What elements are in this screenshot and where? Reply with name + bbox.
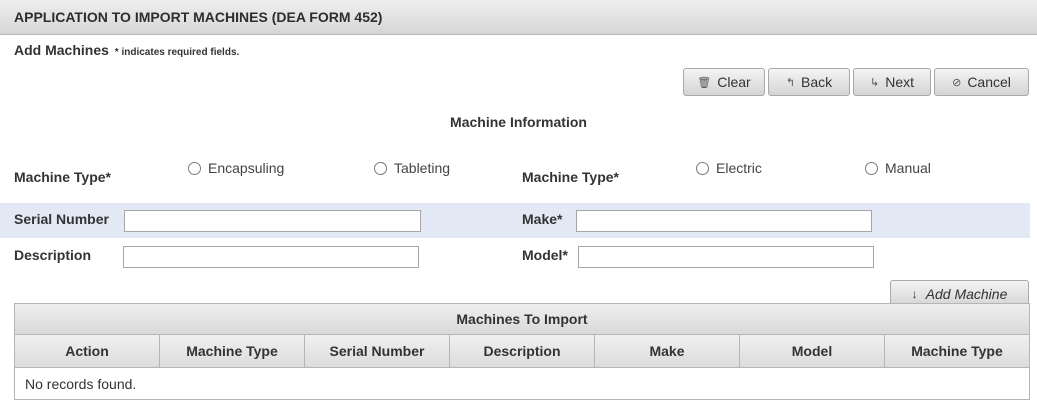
next-label: Next xyxy=(885,74,914,90)
next-button[interactable]: ↳ Next xyxy=(853,68,931,96)
grid-caption: Machines To Import xyxy=(15,304,1029,335)
model-input[interactable] xyxy=(578,246,874,268)
machines-grid: Machines To Import Action Machine Type S… xyxy=(14,303,1030,400)
column-header-machine-type[interactable]: Machine Type xyxy=(160,335,305,367)
radio-circle[interactable] xyxy=(188,161,201,175)
model-label: Model* xyxy=(522,247,568,263)
serial-number-label: Serial Number xyxy=(14,211,109,227)
column-header-action[interactable]: Action xyxy=(15,335,160,367)
down-arrow-icon: ↓ xyxy=(911,286,918,301)
make-label: Make* xyxy=(522,211,563,227)
radio-label: Manual xyxy=(885,160,931,176)
radio-circle[interactable] xyxy=(865,161,878,175)
back-button[interactable]: ↰ Back xyxy=(768,68,850,96)
radio-label: Tableting xyxy=(394,160,451,176)
machine-type-label-1: Machine Type* xyxy=(14,169,111,185)
page-title: APPLICATION TO IMPORT MACHINES (DEA FORM… xyxy=(14,9,383,25)
back-arrow-icon: ↰ xyxy=(785,76,796,89)
clear-label: Clear xyxy=(717,74,751,90)
trash-icon: 🗑 xyxy=(697,76,712,89)
add-machine-label: Add Machine xyxy=(925,285,1008,302)
cancel-icon: ⊘ xyxy=(952,76,962,89)
radio-circle[interactable] xyxy=(696,161,709,175)
column-header-serial-number[interactable]: Serial Number xyxy=(305,335,450,367)
column-header-model[interactable]: Model xyxy=(740,335,885,367)
make-input[interactable] xyxy=(576,210,872,232)
grid-header-row: Action Machine Type Serial Number Descri… xyxy=(15,335,1029,368)
required-note: * indicates required fields. xyxy=(114,47,240,58)
machine-type-label-2: Machine Type* xyxy=(522,169,619,185)
cancel-label: Cancel xyxy=(967,74,1011,90)
radio-label: Encapsuling xyxy=(208,160,285,176)
radio-circle[interactable] xyxy=(374,161,387,175)
radio-label: Electric xyxy=(716,160,762,176)
cancel-button[interactable]: ⊘ Cancel xyxy=(934,68,1029,96)
column-header-machine-type-2[interactable]: Machine Type xyxy=(885,335,1029,367)
serial-number-input[interactable] xyxy=(124,210,421,232)
back-label: Back xyxy=(801,74,833,90)
radio-tableting[interactable]: Tableting xyxy=(374,160,450,176)
title-bar: APPLICATION TO IMPORT MACHINES (DEA FORM… xyxy=(0,0,1037,35)
form-subtitle: Add Machines * indicates required fields… xyxy=(14,42,239,58)
column-header-make[interactable]: Make xyxy=(595,335,740,367)
forward-arrow-icon: ↳ xyxy=(869,76,880,89)
column-header-description[interactable]: Description xyxy=(450,335,595,367)
clear-button[interactable]: 🗑 Clear xyxy=(683,68,765,96)
description-label: Description xyxy=(14,247,92,263)
description-input[interactable] xyxy=(123,246,419,268)
empty-records-message: No records found. xyxy=(25,376,137,392)
radio-electric[interactable]: Electric xyxy=(696,160,762,176)
radio-manual[interactable]: Manual xyxy=(865,160,931,176)
subtitle-text: Add Machines xyxy=(14,42,109,58)
section-title: Machine Information xyxy=(450,114,587,130)
radio-encapsuling[interactable]: Encapsuling xyxy=(188,160,284,176)
